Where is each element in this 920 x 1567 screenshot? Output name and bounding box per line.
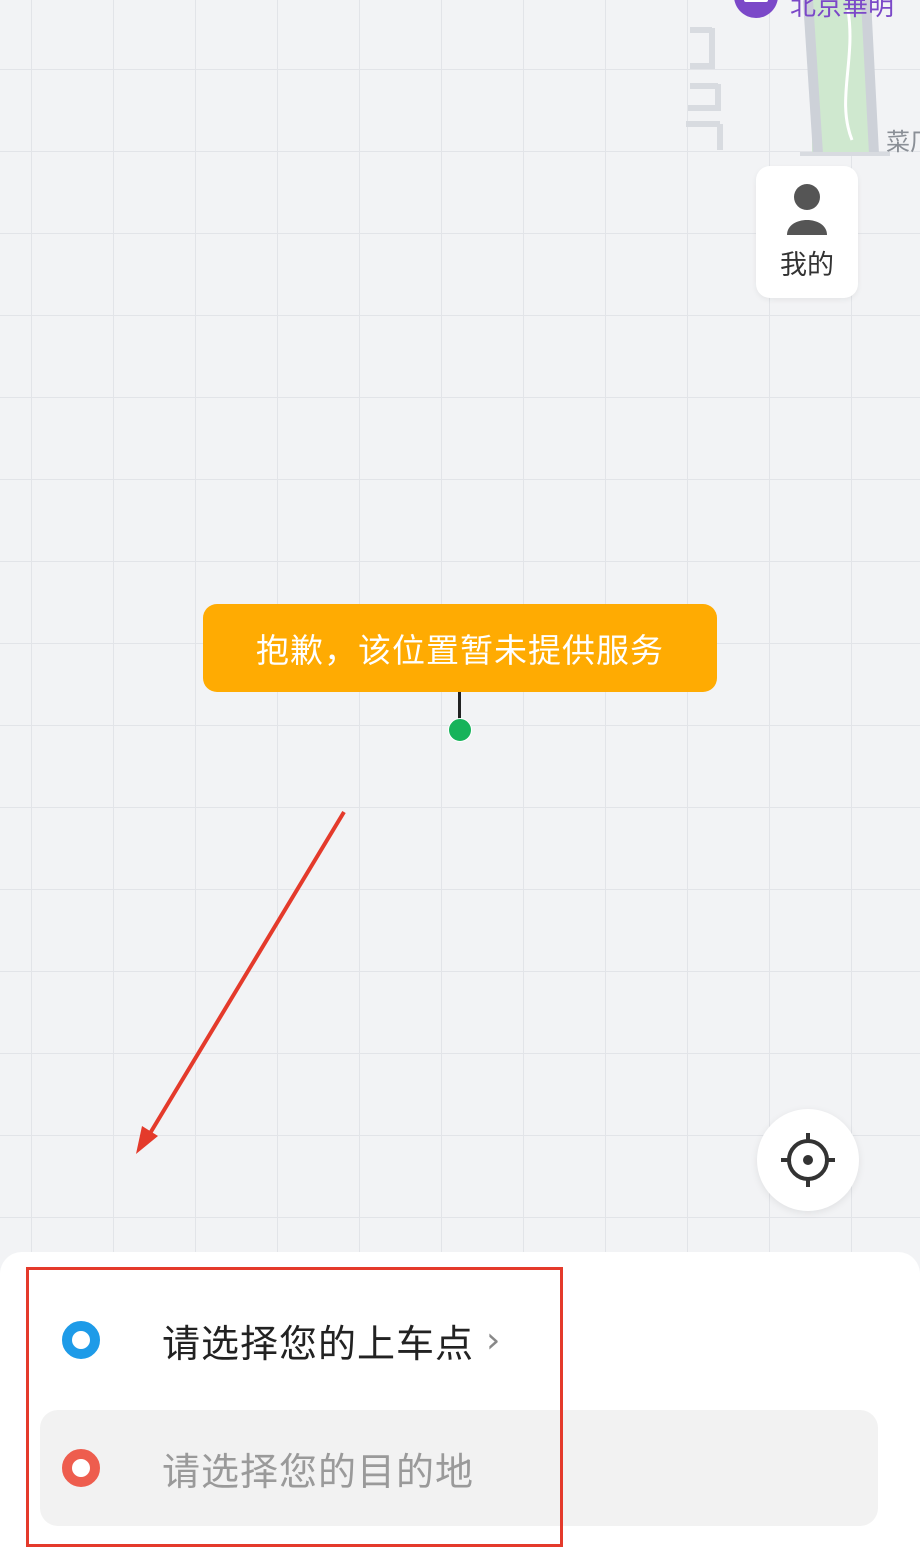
destination-placeholder: 请选择您的目的地 xyxy=(162,1449,475,1494)
pickup-label: 请选择您的上车点 xyxy=(162,1321,475,1366)
destination-dot-icon xyxy=(62,1449,100,1487)
destination-field[interactable]: 请选择您的目的地 xyxy=(40,1410,878,1526)
pickup-selector[interactable]: 请选择您的上车点 › xyxy=(40,1294,878,1386)
chevron-right-icon: › xyxy=(486,1319,501,1361)
person-icon xyxy=(787,183,827,235)
map-street-fragment xyxy=(686,0,890,156)
map-road-label: 菜厂 xyxy=(886,128,920,156)
locate-button[interactable] xyxy=(757,1109,859,1211)
trip-panel: 请选择您的上车点 › 请选择您的目的地 xyxy=(0,1252,920,1567)
location-pin-dot xyxy=(448,718,472,742)
service-unavailable-tooltip: 抱歉，该位置暂未提供服务 xyxy=(203,604,717,692)
mine-button[interactable]: 我的 xyxy=(756,166,858,298)
pickup-dot-icon xyxy=(62,1321,100,1359)
mine-button-label: 我的 xyxy=(780,249,834,281)
crosshair-icon xyxy=(781,1133,835,1187)
map-poi-label[interactable]: 北京華明 xyxy=(790,0,894,23)
map-canvas[interactable]: 北京華明 菜厂 我的 抱歉，该位置暂未提供服务 xyxy=(0,0,920,1260)
